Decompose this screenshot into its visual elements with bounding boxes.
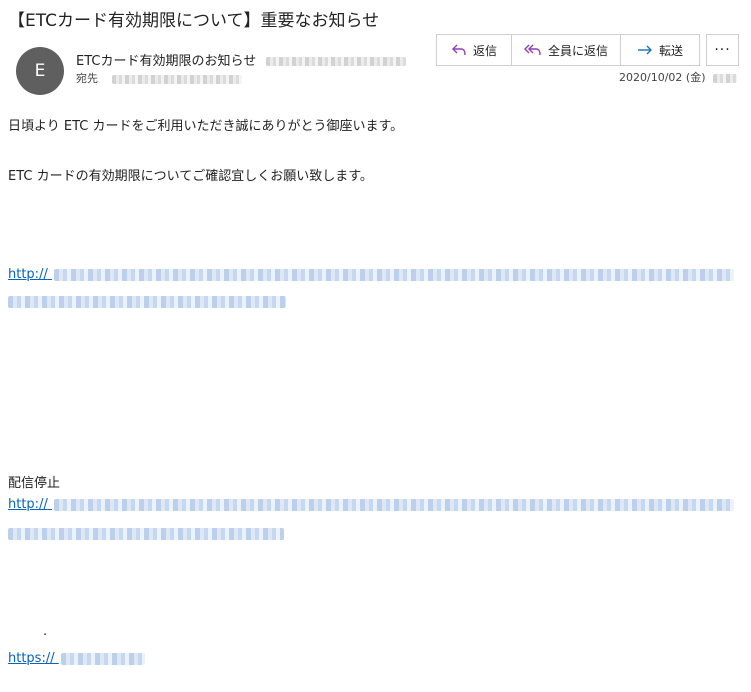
received-date: 2020/10/02 (金) [619,71,706,84]
link-1-prefix[interactable]: http:// [8,267,48,282]
recipient-line: 宛先 [76,70,242,86]
sender-avatar[interactable]: E [16,47,64,95]
recipient-address-redacted [111,74,242,84]
body-request: ETC カードの有効期限についてご確認宜しくお願い致します。 [8,169,373,184]
reply-icon [451,43,467,57]
body-dot: . [43,624,48,639]
unsubscribe-url-redacted-continued[interactable] [8,528,284,540]
link-1-url-redacted-continued[interactable] [8,296,286,308]
sender-address-redacted [266,57,407,66]
unsubscribe-label: 配信停止 [8,476,61,491]
reply-all-button[interactable]: 全員に返信 [512,35,621,65]
reply-all-icon [523,43,542,57]
reply-label: 返信 [472,43,497,58]
link-1-url-redacted[interactable] [53,268,734,281]
sender-name[interactable]: ETCカード有効期限のお知らせ [76,54,256,69]
sender-line: ETCカード有効期限のお知らせ [76,50,407,69]
unsubscribe-link[interactable]: http:// [8,497,734,512]
phishing-link-1[interactable]: http:// [8,267,734,282]
received-time-redacted [713,73,737,83]
reply-all-label: 全員に返信 [547,43,608,58]
https-link-prefix[interactable]: https:// [8,651,55,666]
received-date-line: 2020/10/02 (金) [619,69,737,85]
email-subject: 【ETCカード有効期限について】重要なお知らせ [8,11,380,31]
https-url-redacted[interactable] [60,652,145,665]
message-action-toolbar: 返信 全員に返信 転送 [436,34,700,66]
forward-button[interactable]: 転送 [621,35,699,65]
body-greeting: 日頃より ETC カードをご利用いただき誠にありがとう御座います。 [8,119,404,134]
forward-label: 転送 [658,43,683,58]
forward-arrow-icon [637,44,653,56]
unsubscribe-url-redacted[interactable] [53,498,734,511]
reply-button[interactable]: 返信 [437,35,512,65]
https-link[interactable]: https:// [8,651,145,666]
recipient-label: 宛先 [76,72,98,85]
unsubscribe-link-prefix[interactable]: http:// [8,497,48,512]
more-icon: ··· [714,42,731,58]
more-actions-button[interactable]: ··· [706,34,739,66]
